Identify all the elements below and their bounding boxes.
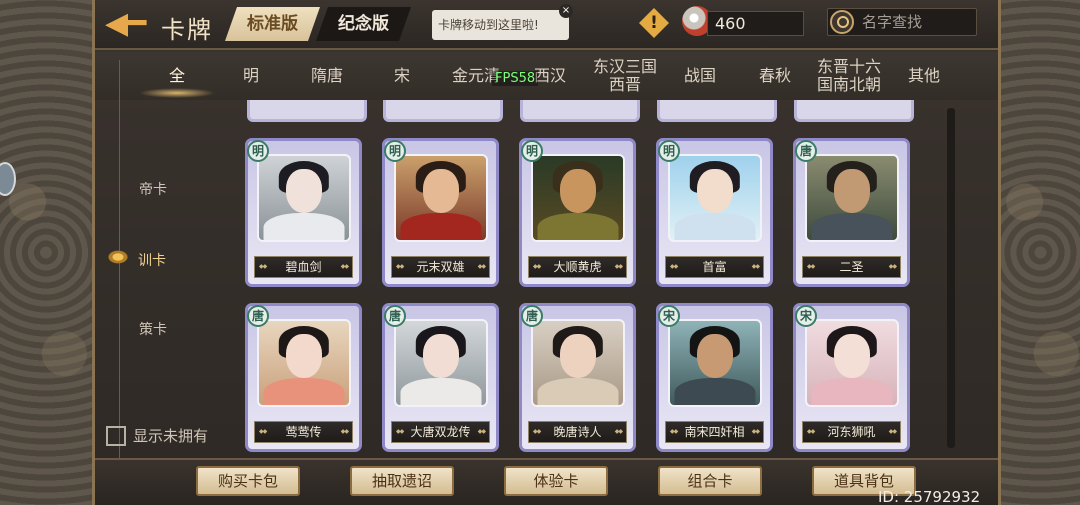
partially-scrolled-row xyxy=(240,100,940,124)
card-name: 大唐双龙传 xyxy=(391,421,490,443)
tab-commemorative-edition[interactable]: 纪念版 xyxy=(316,7,411,41)
currency-amount: 460 xyxy=(707,11,804,36)
right-dragon-panel xyxy=(998,0,1080,505)
show-unowned-label: 显示未拥有 xyxy=(133,427,209,445)
card-yingying-zhuan[interactable]: 唐 莺莺传 xyxy=(245,303,362,452)
card-grid: 明 碧血剑 明 元末双雄 明 大顺黄虎 xyxy=(240,100,950,455)
tab-era-zhanguo[interactable]: 战国 xyxy=(680,52,720,100)
portrait xyxy=(531,154,625,242)
checkbox[interactable] xyxy=(106,425,126,446)
card-hedong-shihou[interactable]: 宋 河东狮吼 xyxy=(793,303,910,452)
tab-era-suitang[interactable]: 隋唐 xyxy=(297,52,357,100)
era-badge: 明 xyxy=(247,140,269,162)
combo-card-button[interactable]: 组合卡 xyxy=(658,466,762,496)
era-badge: 宋 xyxy=(658,305,680,327)
search-input[interactable] xyxy=(862,12,974,32)
trial-card-button[interactable]: 体验卡 xyxy=(504,466,608,496)
card-partial[interactable] xyxy=(794,100,914,122)
tab-standard-edition[interactable]: 标准版 xyxy=(225,7,320,41)
tab-era-all[interactable]: 全 xyxy=(139,52,215,100)
era-badge: 唐 xyxy=(521,305,543,327)
card-name: 河东狮吼 xyxy=(802,421,901,443)
category-emperor-card[interactable]: 帝卡 xyxy=(139,179,167,199)
tab-era-other[interactable]: 其他 xyxy=(903,52,945,100)
lotus-marker-icon xyxy=(103,247,133,267)
tab-era-donghan-sanguo-xijin[interactable]: 东汉三国西晋 xyxy=(589,52,661,100)
card-partial[interactable] xyxy=(247,100,367,122)
category-training-card[interactable]: 训卡 xyxy=(138,250,166,270)
era-badge: 唐 xyxy=(384,305,406,327)
warning-icon[interactable]: ! xyxy=(639,8,669,38)
portrait xyxy=(257,319,351,407)
portrait xyxy=(394,319,488,407)
show-unowned-toggle[interactable]: 显示未拥有 xyxy=(106,425,208,446)
search-icon[interactable] xyxy=(830,10,854,34)
card-datang-shuanglong[interactable]: 唐 大唐双龙传 xyxy=(382,303,499,452)
card-wantang-shiren[interactable]: 唐 晚唐诗人 xyxy=(519,303,636,452)
era-badge: 明 xyxy=(521,140,543,162)
card-nansong-sijianxiang[interactable]: 宋 南宋四奸相 xyxy=(656,303,773,452)
portrait xyxy=(257,154,351,242)
card-shoufu[interactable]: 明 首富 xyxy=(656,138,773,287)
draw-edict-button[interactable]: 抽取遗诏 xyxy=(350,466,454,496)
card-partial[interactable] xyxy=(520,100,640,122)
card-name: 大顺黄虎 xyxy=(528,256,627,278)
card-name: 元末双雄 xyxy=(391,256,490,278)
back-arrow-icon[interactable]: ◀━ xyxy=(105,9,155,39)
era-badge: 唐 xyxy=(795,140,817,162)
card-name: 南宋四奸相 xyxy=(665,421,764,443)
buy-pack-button[interactable]: 购买卡包 xyxy=(196,466,300,496)
category-strategy-card[interactable]: 策卡 xyxy=(139,319,167,339)
left-dragon-panel xyxy=(0,0,95,505)
close-icon[interactable]: × xyxy=(559,4,573,18)
card-ersheng[interactable]: 唐 二圣 xyxy=(793,138,910,287)
fps-counter: FPS58 xyxy=(492,71,539,86)
era-badge: 明 xyxy=(658,140,680,162)
page-title: 卡牌 xyxy=(161,16,213,44)
card-name: 碧血剑 xyxy=(254,256,353,278)
card-yuanmo-shuangxiong[interactable]: 明 元末双雄 xyxy=(382,138,499,287)
user-id: ID: 25792932 xyxy=(878,488,981,505)
tab-era-chunqiu[interactable]: 春秋 xyxy=(753,52,797,100)
card-grid-scrollbar[interactable] xyxy=(947,108,955,448)
card-name: 二圣 xyxy=(802,256,901,278)
card-collection-screen: ◀━ 卡牌 标准版 纪念版 卡牌移动到这里啦! × ! 460 全 明 隋唐 宋… xyxy=(95,0,998,505)
card-partial[interactable] xyxy=(383,100,503,122)
era-badge: 明 xyxy=(384,140,406,162)
tab-era-song[interactable]: 宋 xyxy=(382,52,422,100)
card-name: 晚唐诗人 xyxy=(528,421,627,443)
portrait xyxy=(668,319,762,407)
portrait xyxy=(805,319,899,407)
tab-era-dongjin-nanbeichao[interactable]: 东晋十六国南北朝 xyxy=(813,52,885,100)
top-bar: ◀━ 卡牌 标准版 纪念版 卡牌移动到这里啦! × ! 460 xyxy=(95,0,998,50)
card-partial[interactable] xyxy=(657,100,777,122)
card-name: 莺莺传 xyxy=(254,421,353,443)
card-name: 首富 xyxy=(665,256,764,278)
side-knob-icon[interactable] xyxy=(0,162,16,196)
card-dashun-huanghu[interactable]: 明 大顺黄虎 xyxy=(519,138,636,287)
portrait xyxy=(394,154,488,242)
portrait xyxy=(805,154,899,242)
era-badge: 宋 xyxy=(795,305,817,327)
tab-era-ming[interactable]: 明 xyxy=(231,52,271,100)
era-tab-bar: 全 明 隋唐 宋 金元清 西汉 东汉三国西晋 战国 春秋 东晋十六国南北朝 其他 xyxy=(95,52,998,100)
search-field[interactable] xyxy=(827,8,977,36)
move-hint-tooltip: 卡牌移动到这里啦! xyxy=(432,10,569,40)
era-badge: 唐 xyxy=(247,305,269,327)
portrait xyxy=(668,154,762,242)
card-bixuejian[interactable]: 明 碧血剑 xyxy=(245,138,362,287)
version-tabs: 标准版 纪念版 xyxy=(225,7,411,41)
bottom-action-bar: 购买卡包 抽取遗诏 体验卡 组合卡 道具背包 ID: 25792932 xyxy=(95,458,998,505)
portrait xyxy=(531,319,625,407)
